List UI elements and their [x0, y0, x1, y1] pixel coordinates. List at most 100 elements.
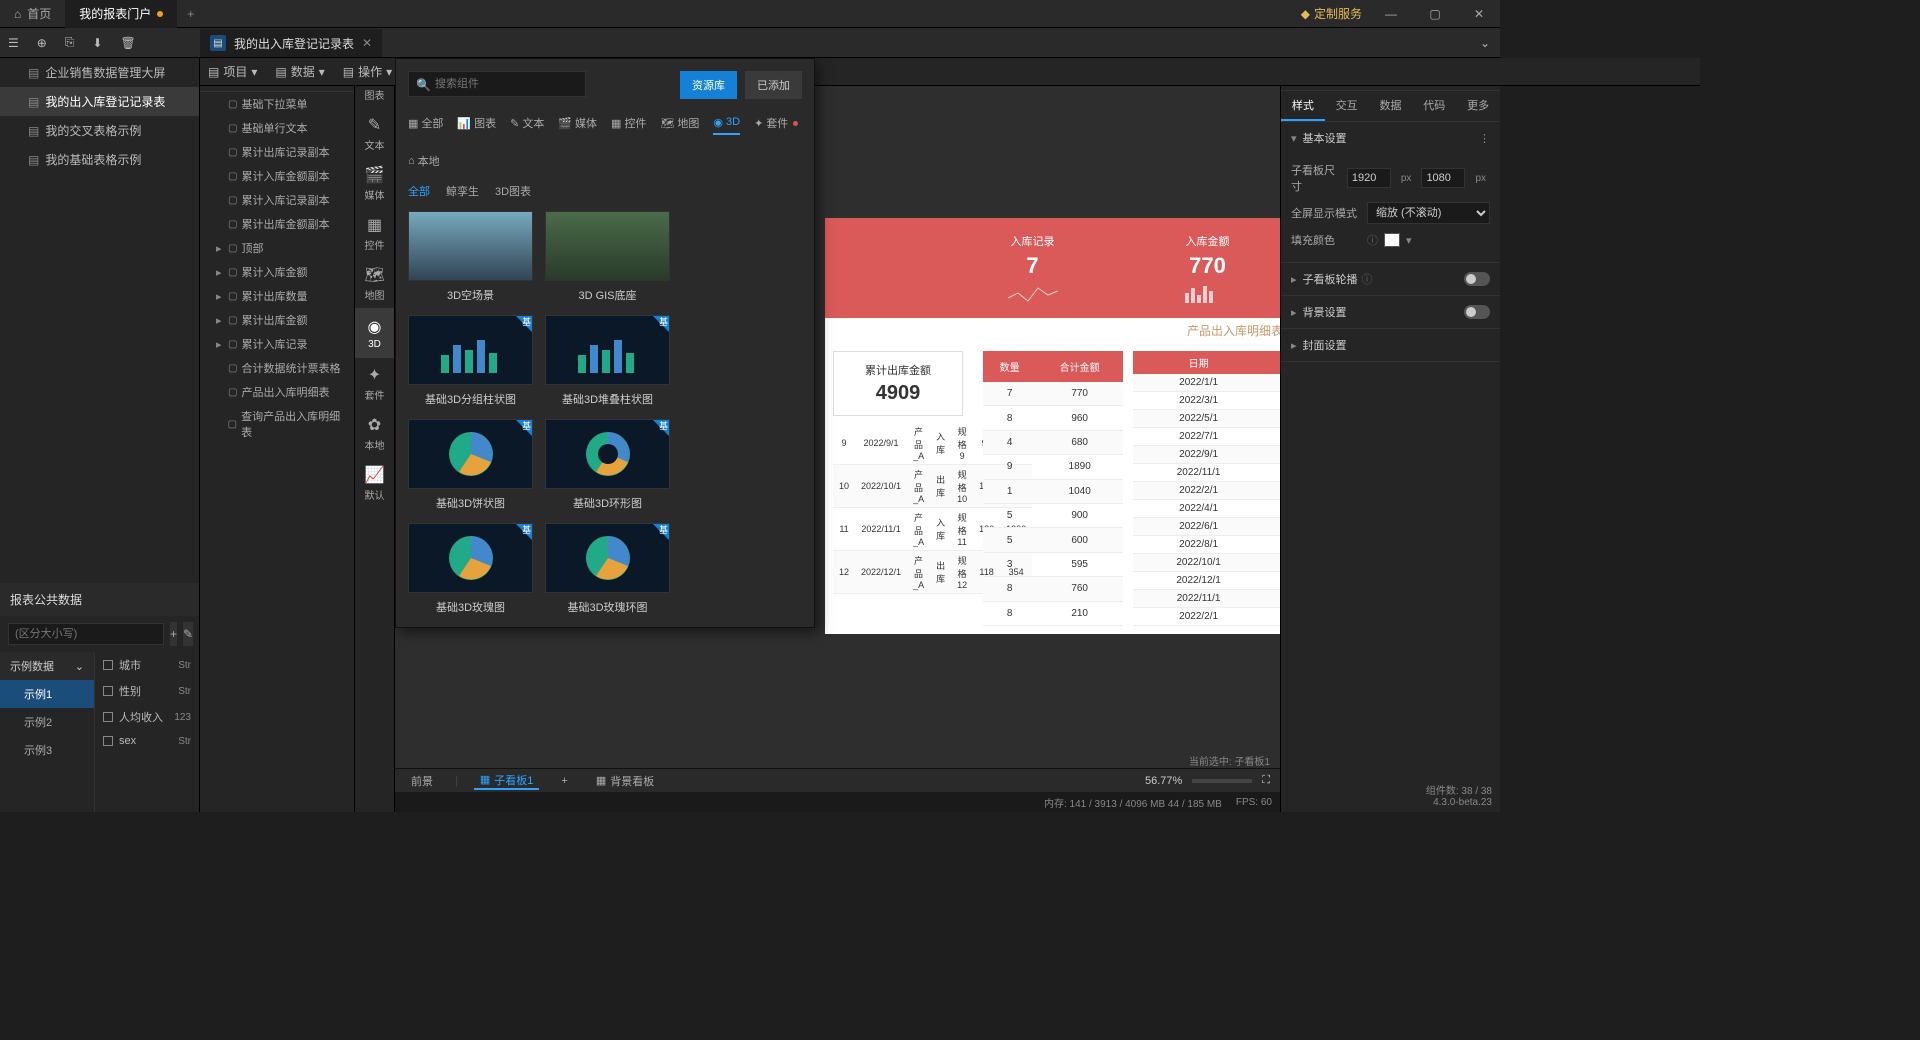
public-data-search[interactable]	[8, 623, 164, 645]
layer-item[interactable]: ▸▢累计出库金额	[200, 308, 354, 332]
component-thumb[interactable]: 基基础3D玫瑰环图	[545, 523, 670, 615]
nav-item-1[interactable]: ▤我的出入库登记记录表	[0, 87, 199, 116]
section-cover-header[interactable]: ▸ 封面设置	[1281, 329, 1500, 361]
layer-item[interactable]: ▢查询产品出入库明细表	[200, 404, 354, 444]
inspector-tab-交互[interactable]: 交互	[1325, 91, 1369, 121]
maximize-button[interactable]: ▢	[1420, 0, 1450, 28]
layer-item[interactable]: ▢累计入库金额副本	[200, 164, 354, 188]
component-category-文本[interactable]: ✎文本	[355, 108, 394, 158]
component-thumb[interactable]: 基基础3D玫瑰图	[408, 523, 533, 615]
inspector-tab-数据[interactable]: 数据	[1369, 91, 1413, 121]
component-thumb[interactable]: 基基础3D饼状图	[408, 419, 533, 511]
section-rotate-header[interactable]: ▸ 子看板轮播 ⓘ	[1281, 263, 1500, 295]
layer-item[interactable]: ▢累计出库记录副本	[200, 140, 354, 164]
tab-portal[interactable]: 我的报表门户	[65, 0, 177, 28]
tab-add-board[interactable]: +	[555, 775, 573, 787]
component-thumb[interactable]: 3D空场景	[408, 211, 533, 303]
field-row[interactable]: 城市Str	[95, 652, 199, 678]
popup-tab-图表[interactable]: 📊图表	[457, 111, 496, 135]
delete-button[interactable]: 🗑	[121, 36, 136, 50]
layer-item[interactable]: ▢合计数据统计票表格	[200, 356, 354, 380]
nav-item-0[interactable]: ▤企业销售数据管理大屏	[0, 58, 199, 87]
layer-item[interactable]: ▢基础下拉菜单	[200, 92, 354, 116]
component-category-套件[interactable]: ✦套件	[355, 358, 394, 408]
section-bg-header[interactable]: ▸ 背景设置	[1281, 296, 1500, 328]
resource-library-button[interactable]: 资源库	[680, 71, 737, 99]
height-input[interactable]	[1421, 168, 1465, 188]
checkbox[interactable]	[103, 736, 113, 746]
layer-item[interactable]: ▢累计入库记录副本	[200, 188, 354, 212]
minimize-button[interactable]: —	[1376, 0, 1406, 28]
inspector-tab-代码[interactable]: 代码	[1412, 91, 1456, 121]
popup-tab-媒体[interactable]: 🎬媒体	[558, 111, 597, 135]
checkbox[interactable]	[103, 712, 113, 722]
rotate-toggle[interactable]	[1464, 272, 1490, 286]
fullscreen-button[interactable]: ⛶	[1262, 774, 1270, 787]
layer-item[interactable]: ▢累计出库金额副本	[200, 212, 354, 236]
download-button[interactable]: ⬇	[92, 36, 102, 50]
field-row[interactable]: sexStr	[95, 730, 199, 752]
tab-foreground[interactable]: 前景	[405, 773, 439, 789]
example-item[interactable]: 示例3	[0, 736, 94, 764]
component-thumb[interactable]: 3D GIS底座	[545, 211, 670, 303]
fullscreen-select[interactable]: 缩放 (不滚动)	[1367, 202, 1490, 224]
section-more-button[interactable]: ⋮	[1479, 132, 1490, 145]
popup-subtab[interactable]: 3D图表	[495, 183, 531, 199]
layer-item[interactable]: ▸▢累计出库数量	[200, 284, 354, 308]
bg-toggle[interactable]	[1464, 305, 1490, 319]
popup-tab-文本[interactable]: ✎文本	[510, 111, 544, 135]
layer-item[interactable]: ▸▢累计入库金额	[200, 260, 354, 284]
component-category-地图[interactable]: 🗺地图	[355, 258, 394, 308]
component-category-控件[interactable]: ▦控件	[355, 208, 394, 258]
layer-item[interactable]: ▸▢顶部	[200, 236, 354, 260]
inspector-tab-更多[interactable]: 更多	[1456, 91, 1500, 121]
layer-item[interactable]: ▸▢累计入库记录	[200, 332, 354, 356]
field-row[interactable]: 性别Str	[95, 678, 199, 704]
component-category-3D[interactable]: ◉3D	[355, 308, 394, 358]
popup-tab-控件[interactable]: ▦控件	[611, 111, 646, 135]
popup-tab-套件[interactable]: ✦套件	[754, 111, 798, 135]
menu-operate[interactable]: ▤ 操作 ▾	[343, 63, 392, 80]
component-thumb[interactable]: 基基础3D环形图	[545, 419, 670, 511]
nav-item-2[interactable]: ▤我的交叉表格示例	[0, 116, 199, 145]
added-button[interactable]: 已添加	[745, 71, 802, 99]
document-tab[interactable]: ▤ 我的出入库登记记录表 ✕	[200, 29, 382, 57]
zoom-slider[interactable]	[1192, 779, 1252, 783]
component-category-默认[interactable]: 📈默认	[355, 458, 394, 508]
tab-home[interactable]: ⌂ 首页	[0, 0, 65, 28]
example-item[interactable]: 示例1	[0, 680, 94, 708]
inspector-tab-样式[interactable]: 样式	[1281, 91, 1325, 121]
tab-add[interactable]: +	[177, 7, 204, 21]
width-input[interactable]	[1347, 168, 1391, 188]
component-category-媒体[interactable]: 🎬媒体	[355, 158, 394, 208]
popup-subtab[interactable]: 全部	[408, 183, 430, 199]
menu-data[interactable]: ▤ 数据 ▾	[275, 63, 324, 80]
nav-item-3[interactable]: ▤我的基础表格示例	[0, 145, 199, 174]
field-row[interactable]: 人均收入123	[95, 704, 199, 730]
section-basic-header[interactable]: ▾ 基本设置 ⋮	[1281, 122, 1500, 154]
popup-tab-本地[interactable]: ⌂本地	[408, 149, 440, 173]
component-category-本地[interactable]: ✿本地	[355, 408, 394, 458]
component-thumb[interactable]: 基基础3D堆叠柱状图	[545, 315, 670, 407]
new-button[interactable]: ⊕	[37, 36, 47, 50]
layer-item[interactable]: ▢基础单行文本	[200, 116, 354, 140]
menu-project[interactable]: ▤ 项目 ▾	[208, 63, 257, 80]
edit-data-button[interactable]: ✎	[183, 622, 193, 646]
export-button[interactable]: ⎘	[65, 35, 75, 50]
document-tab-close[interactable]: ✕	[362, 36, 372, 50]
tab-childboard[interactable]: ▦ 子看板1	[474, 772, 540, 790]
component-thumb[interactable]: 基基础3D分组柱状图	[408, 315, 533, 407]
expand-button[interactable]: ⌄	[1480, 36, 1490, 50]
custom-service-link[interactable]: ◆ 定制服务	[1301, 5, 1362, 22]
menu-button[interactable]: ☰	[8, 36, 19, 50]
popup-tab-3D[interactable]: ◉3D	[713, 111, 740, 135]
fill-color-swatch[interactable]	[1384, 233, 1400, 247]
popup-tab-全部[interactable]: ▦全部	[408, 111, 443, 135]
chevron-down-icon[interactable]: ▾	[1406, 234, 1412, 247]
tab-background[interactable]: ▦ 背景看板	[590, 773, 660, 789]
layer-item[interactable]: ▢产品出入库明细表	[200, 380, 354, 404]
close-button[interactable]: ✕	[1464, 0, 1494, 28]
example-item[interactable]: 示例2	[0, 708, 94, 736]
popup-subtab[interactable]: 鲸孪生	[446, 183, 479, 199]
checkbox[interactable]	[103, 660, 113, 670]
